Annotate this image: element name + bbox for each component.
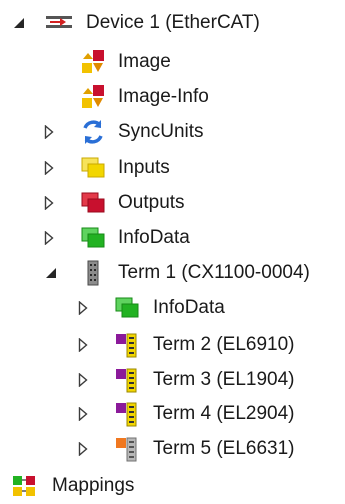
image-icon bbox=[80, 49, 106, 75]
solution-tree: Device 1 (EtherCAT) Image Image-Info Syn… bbox=[0, 0, 345, 499]
collapsed-arrow-icon[interactable] bbox=[76, 442, 90, 456]
infodata-label: InfoData bbox=[153, 297, 225, 318]
inputs-label: Inputs bbox=[118, 157, 170, 178]
tree-item-term-4[interactable]: Term 4 (EL2904) bbox=[0, 397, 345, 432]
tree-item-term-1[interactable]: Term 1 (CX1100-0004) bbox=[0, 256, 345, 291]
tree-item-inputs[interactable]: Inputs bbox=[0, 151, 345, 186]
collapsed-arrow-icon[interactable] bbox=[42, 161, 56, 175]
terminal-coupler-icon bbox=[80, 260, 106, 286]
infodata-icon bbox=[114, 295, 140, 321]
terminal-purple-icon bbox=[114, 332, 140, 358]
collapsed-arrow-icon[interactable] bbox=[76, 407, 90, 421]
syncunits-label: SyncUnits bbox=[118, 121, 204, 142]
term-1-label: Term 1 (CX1100-0004) bbox=[118, 262, 310, 283]
tree-item-device-1[interactable]: Device 1 (EtherCAT) bbox=[0, 6, 345, 41]
collapsed-arrow-icon[interactable] bbox=[42, 125, 56, 139]
outputs-icon bbox=[80, 190, 106, 216]
inputs-icon bbox=[80, 155, 106, 181]
mappings-icon bbox=[12, 473, 38, 499]
tree-item-image[interactable]: Image bbox=[0, 45, 345, 80]
term-3-label: Term 3 (EL1904) bbox=[153, 369, 295, 390]
infodata-icon bbox=[80, 225, 106, 251]
tree-item-term1-infodata[interactable]: InfoData bbox=[0, 291, 345, 326]
tree-item-term-3[interactable]: Term 3 (EL1904) bbox=[0, 363, 345, 398]
image-label: Image bbox=[118, 51, 171, 72]
ethercat-device-icon bbox=[46, 10, 72, 36]
image-info-icon bbox=[80, 84, 106, 110]
term-4-label: Term 4 (EL2904) bbox=[153, 403, 295, 424]
collapsed-arrow-icon[interactable] bbox=[76, 338, 90, 352]
term-5-label: Term 5 (EL6631) bbox=[153, 438, 295, 459]
tree-item-image-info[interactable]: Image-Info bbox=[0, 80, 345, 115]
collapsed-arrow-icon[interactable] bbox=[42, 231, 56, 245]
terminal-purple-icon bbox=[114, 367, 140, 393]
tree-item-infodata[interactable]: InfoData bbox=[0, 221, 345, 256]
expanded-arrow-icon[interactable] bbox=[12, 16, 26, 30]
tree-item-term-2[interactable]: Term 2 (EL6910) bbox=[0, 328, 345, 363]
infodata-label: InfoData bbox=[118, 227, 190, 248]
tree-item-term-5[interactable]: Term 5 (EL6631) bbox=[0, 432, 345, 467]
image-info-label: Image-Info bbox=[118, 86, 209, 107]
terminal-orange-icon bbox=[114, 436, 140, 462]
collapsed-arrow-icon[interactable] bbox=[42, 196, 56, 210]
tree-item-syncunits[interactable]: SyncUnits bbox=[0, 115, 345, 150]
device-1-label: Device 1 (EtherCAT) bbox=[86, 12, 260, 33]
collapsed-arrow-icon[interactable] bbox=[76, 373, 90, 387]
tree-item-outputs[interactable]: Outputs bbox=[0, 186, 345, 221]
terminal-purple-icon bbox=[114, 401, 140, 427]
term-2-label: Term 2 (EL6910) bbox=[153, 334, 295, 355]
mappings-label: Mappings bbox=[52, 475, 135, 496]
collapsed-arrow-icon[interactable] bbox=[76, 301, 90, 315]
expanded-arrow-icon[interactable] bbox=[44, 266, 58, 280]
outputs-label: Outputs bbox=[118, 192, 185, 213]
syncunits-icon bbox=[80, 119, 106, 145]
